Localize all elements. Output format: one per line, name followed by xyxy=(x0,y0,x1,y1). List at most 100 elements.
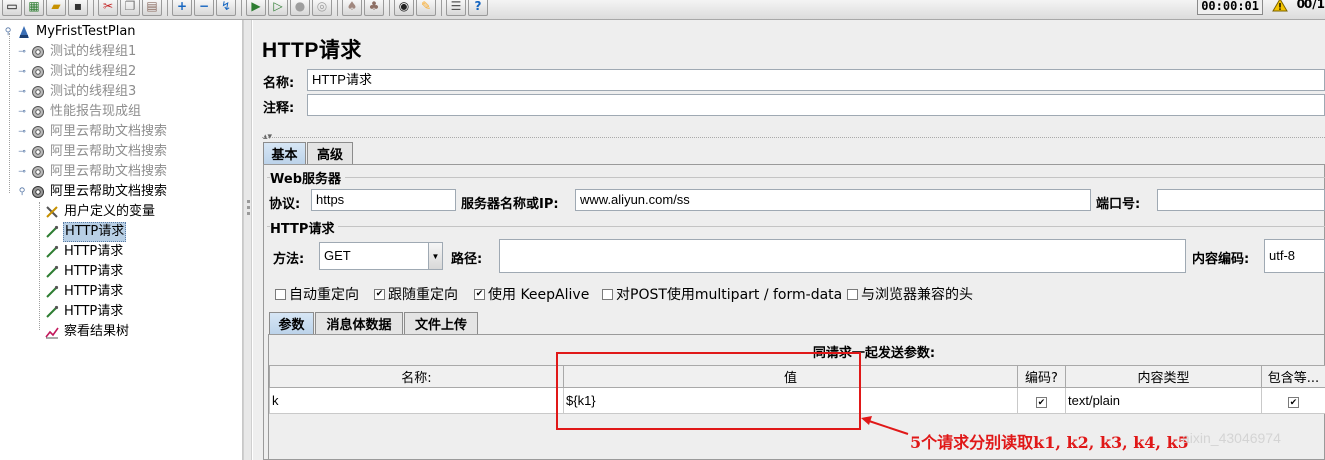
column-header-include-equals[interactable]: 包含等... xyxy=(1261,365,1325,388)
shutdown-icon[interactable]: ◎ xyxy=(312,0,332,16)
method-select[interactable]: GET ▼ xyxy=(319,242,443,270)
cut-icon[interactable]: ✂ xyxy=(98,0,118,16)
clear-icon[interactable]: ♠ xyxy=(342,0,362,16)
tree-expand-toggle-icon[interactable]: ⊸ xyxy=(16,146,28,158)
tree-label: 阿里云帮助文档搜索 xyxy=(50,164,168,179)
name-field[interactable]: HTTP请求 xyxy=(307,69,1325,91)
column-header-name[interactable]: 名称: xyxy=(269,365,564,388)
tree-item-thread-group[interactable]: ⊸ 阿里云帮助文档搜索 xyxy=(16,162,168,182)
tree-item-thread-group[interactable]: ⊸ 阿里云帮助文档搜索 xyxy=(16,142,168,162)
tree-label: HTTP请求 xyxy=(64,244,124,259)
comment-field[interactable] xyxy=(307,94,1325,116)
tab-basic[interactable]: 基本 xyxy=(263,142,306,164)
tree-item-http-request[interactable]: HTTP请求 xyxy=(44,222,127,242)
tree-item-thread-group[interactable]: ⚲ 阿里云帮助文档搜索 xyxy=(16,182,168,202)
server-label: 服务器名称或IP: xyxy=(461,197,559,212)
tree-expand-toggle-icon[interactable]: ⊸ xyxy=(16,126,28,138)
templates-icon[interactable]: ▦ xyxy=(24,0,44,16)
function-helper-icon[interactable]: ☰ xyxy=(446,0,466,16)
tree-item-view-results-tree[interactable]: 察看结果树 xyxy=(44,322,130,342)
warning-icon[interactable] xyxy=(1271,0,1289,13)
tree-collapse-toggle-icon[interactable]: ⚲ xyxy=(2,26,14,38)
reset-search-icon[interactable]: ✎ xyxy=(416,0,436,16)
port-field[interactable] xyxy=(1157,189,1325,211)
path-field[interactable] xyxy=(499,239,1186,273)
checkbox-checked[interactable]: ✔ xyxy=(1288,397,1299,408)
open-icon[interactable]: ▰ xyxy=(46,0,66,16)
start-no-pause-icon[interactable]: ▷ xyxy=(268,0,288,16)
tab-file-upload[interactable]: 文件上传 xyxy=(404,312,478,334)
option-follow-redirect[interactable]: ✔ 跟随重定向 xyxy=(374,284,458,304)
tree-label: 用户定义的变量 xyxy=(64,204,156,219)
server-field[interactable]: www.aliyun.com/ss xyxy=(575,189,1091,211)
search-icon[interactable]: ◉ xyxy=(394,0,414,16)
http-request-group-title: HTTP请求 xyxy=(270,218,339,237)
pipette-icon xyxy=(44,304,60,320)
thread-group-icon xyxy=(30,144,46,160)
panel-splitter[interactable] xyxy=(243,20,252,460)
toggle-icon[interactable]: ↯ xyxy=(216,0,236,16)
tree-item-http-request[interactable]: HTTP请求 xyxy=(44,302,124,322)
tree-collapse-toggle-icon[interactable]: ⚲ xyxy=(16,186,28,198)
checkbox-checked[interactable]: ✔ xyxy=(374,288,385,300)
tree-item-user-variables[interactable]: 用户定义的变量 xyxy=(44,202,156,222)
tree-item-test-plan[interactable]: ⚲ MyFristTestPlan xyxy=(2,22,137,42)
wrench-icon xyxy=(44,204,60,220)
checkbox-checked[interactable]: ✔ xyxy=(474,288,485,300)
clear-all-icon[interactable]: ♣ xyxy=(364,0,384,16)
column-header-encode[interactable]: 编码? xyxy=(1017,365,1066,388)
collapse-icon[interactable]: − xyxy=(194,0,214,16)
tab-body-data[interactable]: 消息体数据 xyxy=(315,312,403,334)
param-name-cell[interactable]: k xyxy=(269,387,564,414)
param-content-type-cell[interactable]: text/plain xyxy=(1065,387,1262,414)
checkbox[interactable] xyxy=(275,288,286,300)
checkbox-checked[interactable]: ✔ xyxy=(1036,397,1047,408)
tree-item-http-request[interactable]: HTTP请求 xyxy=(44,242,124,262)
tab-parameters[interactable]: 参数 xyxy=(269,312,314,334)
checkbox[interactable] xyxy=(847,288,858,300)
option-multipart[interactable]: 对POST使用multipart / form-data xyxy=(602,284,842,304)
start-icon[interactable]: ▶ xyxy=(246,0,266,16)
tree-item-thread-group[interactable]: ⊸ 测试的线程组1 xyxy=(16,42,137,62)
column-header-content-type[interactable]: 内容类型 xyxy=(1065,365,1262,388)
pipette-icon xyxy=(44,264,60,280)
tree-label: HTTP请求 xyxy=(64,284,124,299)
annotation-text: 5个请求分别读取k1, k2, k3, k4, k5 xyxy=(910,433,1189,452)
protocol-field[interactable]: https xyxy=(311,189,456,211)
tree-label: HTTP请求 xyxy=(64,304,124,319)
paste-icon[interactable]: ▤ xyxy=(142,0,162,16)
param-encode-cell[interactable]: ✔ xyxy=(1017,387,1066,414)
stop-icon[interactable]: ● xyxy=(290,0,310,16)
tree-item-thread-group[interactable]: ⊸ 性能报告现成组 xyxy=(16,102,142,122)
tree-label: MyFristTestPlan xyxy=(36,24,136,39)
page-title: HTTP请求 xyxy=(262,39,362,62)
tree-item-thread-group[interactable]: ⊸ 测试的线程组2 xyxy=(16,62,137,82)
tree-item-http-request[interactable]: HTTP请求 xyxy=(44,262,124,282)
tree-expand-toggle-icon[interactable]: ⊸ xyxy=(16,66,28,78)
tab-advanced[interactable]: 高级 xyxy=(307,142,353,164)
option-auto-redirect[interactable]: 自动重定向 xyxy=(275,284,359,304)
tree-item-thread-group[interactable]: ⊸ 测试的线程组3 xyxy=(16,82,137,102)
tree-item-http-request[interactable]: HTTP请求 xyxy=(44,282,124,302)
param-include-equals-cell[interactable]: ✔ xyxy=(1261,387,1325,414)
copy-icon[interactable]: ❐ xyxy=(120,0,140,16)
new-icon[interactable]: ▭ xyxy=(2,0,22,16)
help-icon[interactable]: ? xyxy=(468,0,488,16)
expand-icon[interactable]: + xyxy=(172,0,192,16)
tree-expand-toggle-icon[interactable]: ⊸ xyxy=(16,46,28,58)
encoding-field[interactable]: utf-8 xyxy=(1264,239,1325,273)
tree-label: 察看结果树 xyxy=(64,324,130,339)
save-icon[interactable]: ▪ xyxy=(68,0,88,16)
tree-expand-toggle-icon[interactable]: ⊸ xyxy=(16,106,28,118)
dropdown-arrow-icon[interactable]: ▼ xyxy=(428,243,442,269)
tree-expand-toggle-icon[interactable]: ⊸ xyxy=(16,86,28,98)
name-label: 名称: xyxy=(263,76,295,91)
tree-expand-toggle-icon[interactable]: ⊸ xyxy=(16,166,28,178)
pipette-icon xyxy=(44,284,60,300)
option-keepalive[interactable]: ✔ 使用 KeepAlive xyxy=(474,284,589,304)
annotation-highlight-box xyxy=(556,352,861,430)
pipette-icon xyxy=(44,244,60,260)
option-browser-headers[interactable]: 与浏览器兼容的头 xyxy=(847,284,973,304)
tree-item-thread-group[interactable]: ⊸ 阿里云帮助文档搜索 xyxy=(16,122,168,142)
checkbox[interactable] xyxy=(602,288,613,300)
